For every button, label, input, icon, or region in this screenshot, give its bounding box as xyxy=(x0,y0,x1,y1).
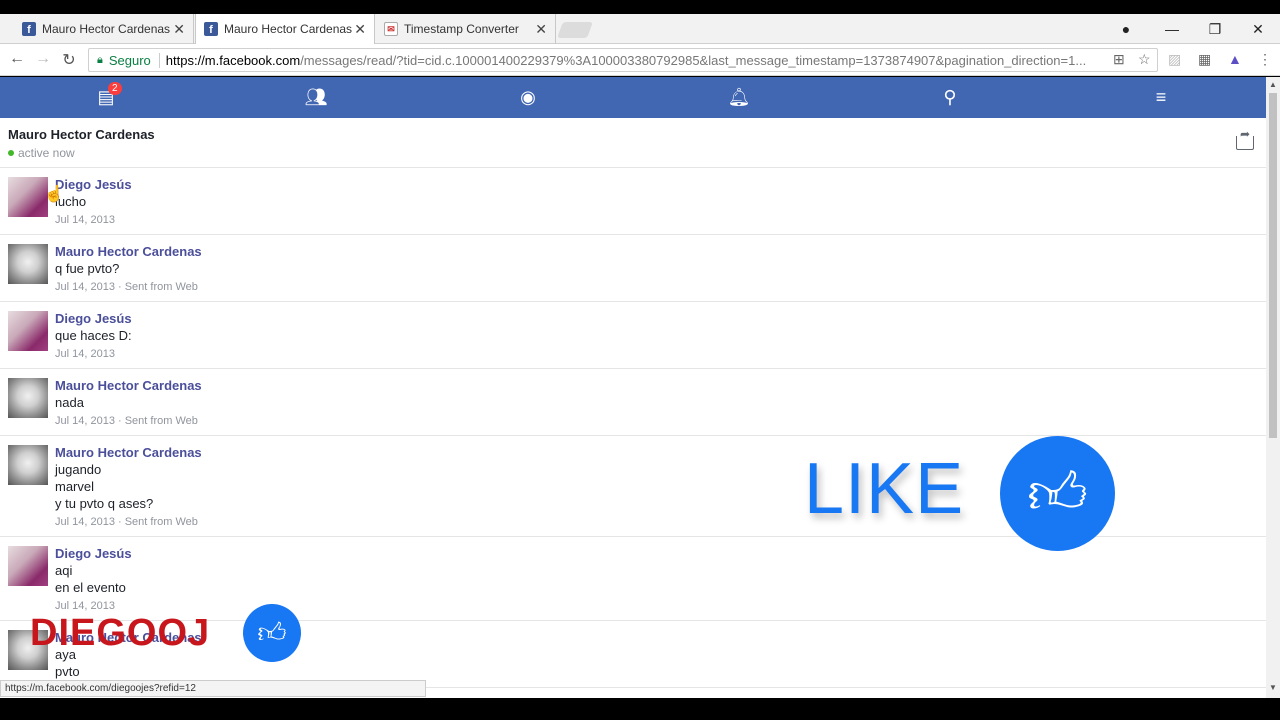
sender-name[interactable]: Diego Jesús xyxy=(55,177,1258,192)
scroll-thumb[interactable] xyxy=(1269,93,1277,438)
avatar[interactable] xyxy=(8,546,48,586)
close-icon[interactable]: ✕ xyxy=(173,21,185,38)
sender-name[interactable]: Diego Jesús xyxy=(55,546,1258,561)
back-arrow-icon[interactable]: ← xyxy=(7,50,27,68)
message-timestamp: Jul 14, 2013 xyxy=(55,214,115,226)
browser-tab-1[interactable]: f Mauro Hector Cardenas ✕ xyxy=(14,14,194,44)
new-tab-button[interactable] xyxy=(557,22,593,38)
message-row: Diego Jesús lucho Jul 14, 2013 xyxy=(0,168,1266,235)
forward-arrow-icon[interactable]: → xyxy=(33,50,53,68)
message-text: aqi xyxy=(55,563,73,578)
profile-icon[interactable]: ● xyxy=(1104,14,1148,44)
status-url-bubble: https://m.facebook.com/diegoojes?refid=1… xyxy=(0,680,426,697)
qr-extension-icon[interactable]: ▦ xyxy=(1198,51,1211,68)
search-icon[interactable]: ⚲ xyxy=(938,86,962,108)
avatar[interactable] xyxy=(8,311,48,351)
tab-title: Timestamp Converter xyxy=(404,22,519,36)
avatar[interactable] xyxy=(8,445,48,485)
sender-name[interactable]: Mauro Hector Cardenas xyxy=(55,378,1258,393)
message-row: Diego Jesús que haces D: Jul 14, 2013 xyxy=(0,302,1266,369)
bookmark-star-icon[interactable]: ☆ xyxy=(1138,51,1151,68)
hamburger-menu-icon[interactable]: ≡ xyxy=(1149,86,1173,108)
hand-cursor-icon: ☝ xyxy=(44,186,64,203)
browser-tab-2[interactable]: f Mauro Hector Cardenas ✕ xyxy=(195,14,375,44)
message-timestamp: Jul 14, 2013 xyxy=(55,348,115,360)
facebook-top-nav: ▤ 2 👥︎ ◉ 🔔︎ ⚲ ≡ xyxy=(0,77,1266,118)
message-text: nada xyxy=(55,395,84,410)
conversation-header: Mauro Hector Cardenas active now xyxy=(0,118,1266,168)
message-row: Diego Jesús aqi en el evento Jul 14, 2013 xyxy=(0,537,1266,621)
window-close-button[interactable]: ✕ xyxy=(1236,14,1280,44)
message-timestamp: Jul 14, 2013 · Sent from Web xyxy=(55,281,198,293)
thumbs-up-icon: 👍︎ xyxy=(1000,436,1115,551)
share-icon[interactable] xyxy=(1236,127,1254,150)
like-overlay-text: LIKE xyxy=(804,449,965,529)
sender-name[interactable]: Diego Jesús xyxy=(55,311,1258,326)
presence-status: active now xyxy=(8,146,1258,160)
message-text: pvto xyxy=(55,664,80,679)
notification-badge: 2 xyxy=(108,82,122,95)
lock-icon: 🔒︎ xyxy=(97,53,103,66)
message-timestamp: Jul 14, 2013 · Sent from Web xyxy=(55,415,198,427)
drive-extension-icon[interactable]: ▲ xyxy=(1228,51,1242,67)
message-text: q fue pvto? xyxy=(55,261,120,276)
url-input[interactable]: 🔒︎ Seguro https://m.facebook.com /messag… xyxy=(88,48,1158,72)
url-host: https://m.facebook.com xyxy=(165,52,301,68)
taskbar xyxy=(0,698,1280,720)
reload-icon[interactable]: ↻ xyxy=(59,50,79,70)
message-row: Mauro Hector Cardenas nada Jul 14, 2013 · … xyxy=(0,369,1266,436)
tab-title: Mauro Hector Cardenas xyxy=(224,22,353,36)
message-text: en el evento xyxy=(55,580,126,595)
message-text: aya xyxy=(55,647,76,662)
translate-icon[interactable]: ⊞ xyxy=(1113,51,1125,68)
facebook-icon: f xyxy=(204,22,218,36)
scroll-up-arrow-icon[interactable]: ▲ xyxy=(1269,80,1277,89)
sender-name[interactable]: Mauro Hector Cardenas xyxy=(55,244,1258,259)
avatar[interactable] xyxy=(8,244,48,284)
address-toolbar: ← → ↻ 🔒︎ Seguro https://m.facebook.com /… xyxy=(0,44,1280,76)
mail-icon: ✉ xyxy=(384,22,398,36)
online-dot-icon xyxy=(8,150,14,156)
extension-icon[interactable]: ▨ xyxy=(1168,51,1181,68)
message-row: Mauro Hector Cardenas q fue pvto? Jul 14, … xyxy=(0,235,1266,302)
conversation-page: Mauro Hector Cardenas active now Diego J… xyxy=(0,118,1266,698)
message-text: que haces D: xyxy=(55,328,132,343)
thumbs-up-icon: 👍︎ xyxy=(243,604,301,662)
notifications-bell-icon[interactable]: 🔔︎ xyxy=(727,86,751,108)
messenger-icon[interactable]: ◉ xyxy=(516,86,540,108)
close-icon[interactable]: ✕ xyxy=(354,21,366,38)
friends-icon[interactable]: 👥︎ xyxy=(304,86,328,108)
sender-name[interactable]: Mauro Hector Cardenas xyxy=(55,630,1258,645)
minimize-button[interactable]: — xyxy=(1150,14,1194,44)
scroll-down-arrow-icon[interactable]: ▼ xyxy=(1269,683,1277,692)
tab-title: Mauro Hector Cardenas xyxy=(42,22,171,36)
avatar[interactable] xyxy=(8,177,48,217)
url-path: /messages/read/?tid=cid.c.10000140022937… xyxy=(300,52,1087,68)
menu-dots-icon[interactable]: ⋮ xyxy=(1258,51,1272,68)
status-text: active now xyxy=(18,146,75,160)
message-list: Diego Jesús lucho Jul 14, 2013 Mauro Hector… xyxy=(0,168,1266,688)
close-icon[interactable]: ✕ xyxy=(535,21,547,38)
maximize-button[interactable]: ❐ xyxy=(1193,14,1237,44)
browser-tab-3[interactable]: ✉ Timestamp Converter ✕ xyxy=(376,14,556,44)
browser-tab-strip: f Mauro Hector Cardenas ✕ f Mauro Hector… xyxy=(0,14,1280,44)
message-text: lucho xyxy=(55,194,87,209)
channel-watermark: DIEGOOJ xyxy=(30,612,211,654)
conversation-title: Mauro Hector Cardenas xyxy=(8,127,155,142)
message-timestamp: Jul 14, 2013 xyxy=(55,600,115,612)
avatar[interactable] xyxy=(8,378,48,418)
scrollbar[interactable]: ▲ ▼ xyxy=(1266,77,1280,698)
security-label: Seguro xyxy=(109,52,160,68)
facebook-icon: f xyxy=(22,22,36,36)
